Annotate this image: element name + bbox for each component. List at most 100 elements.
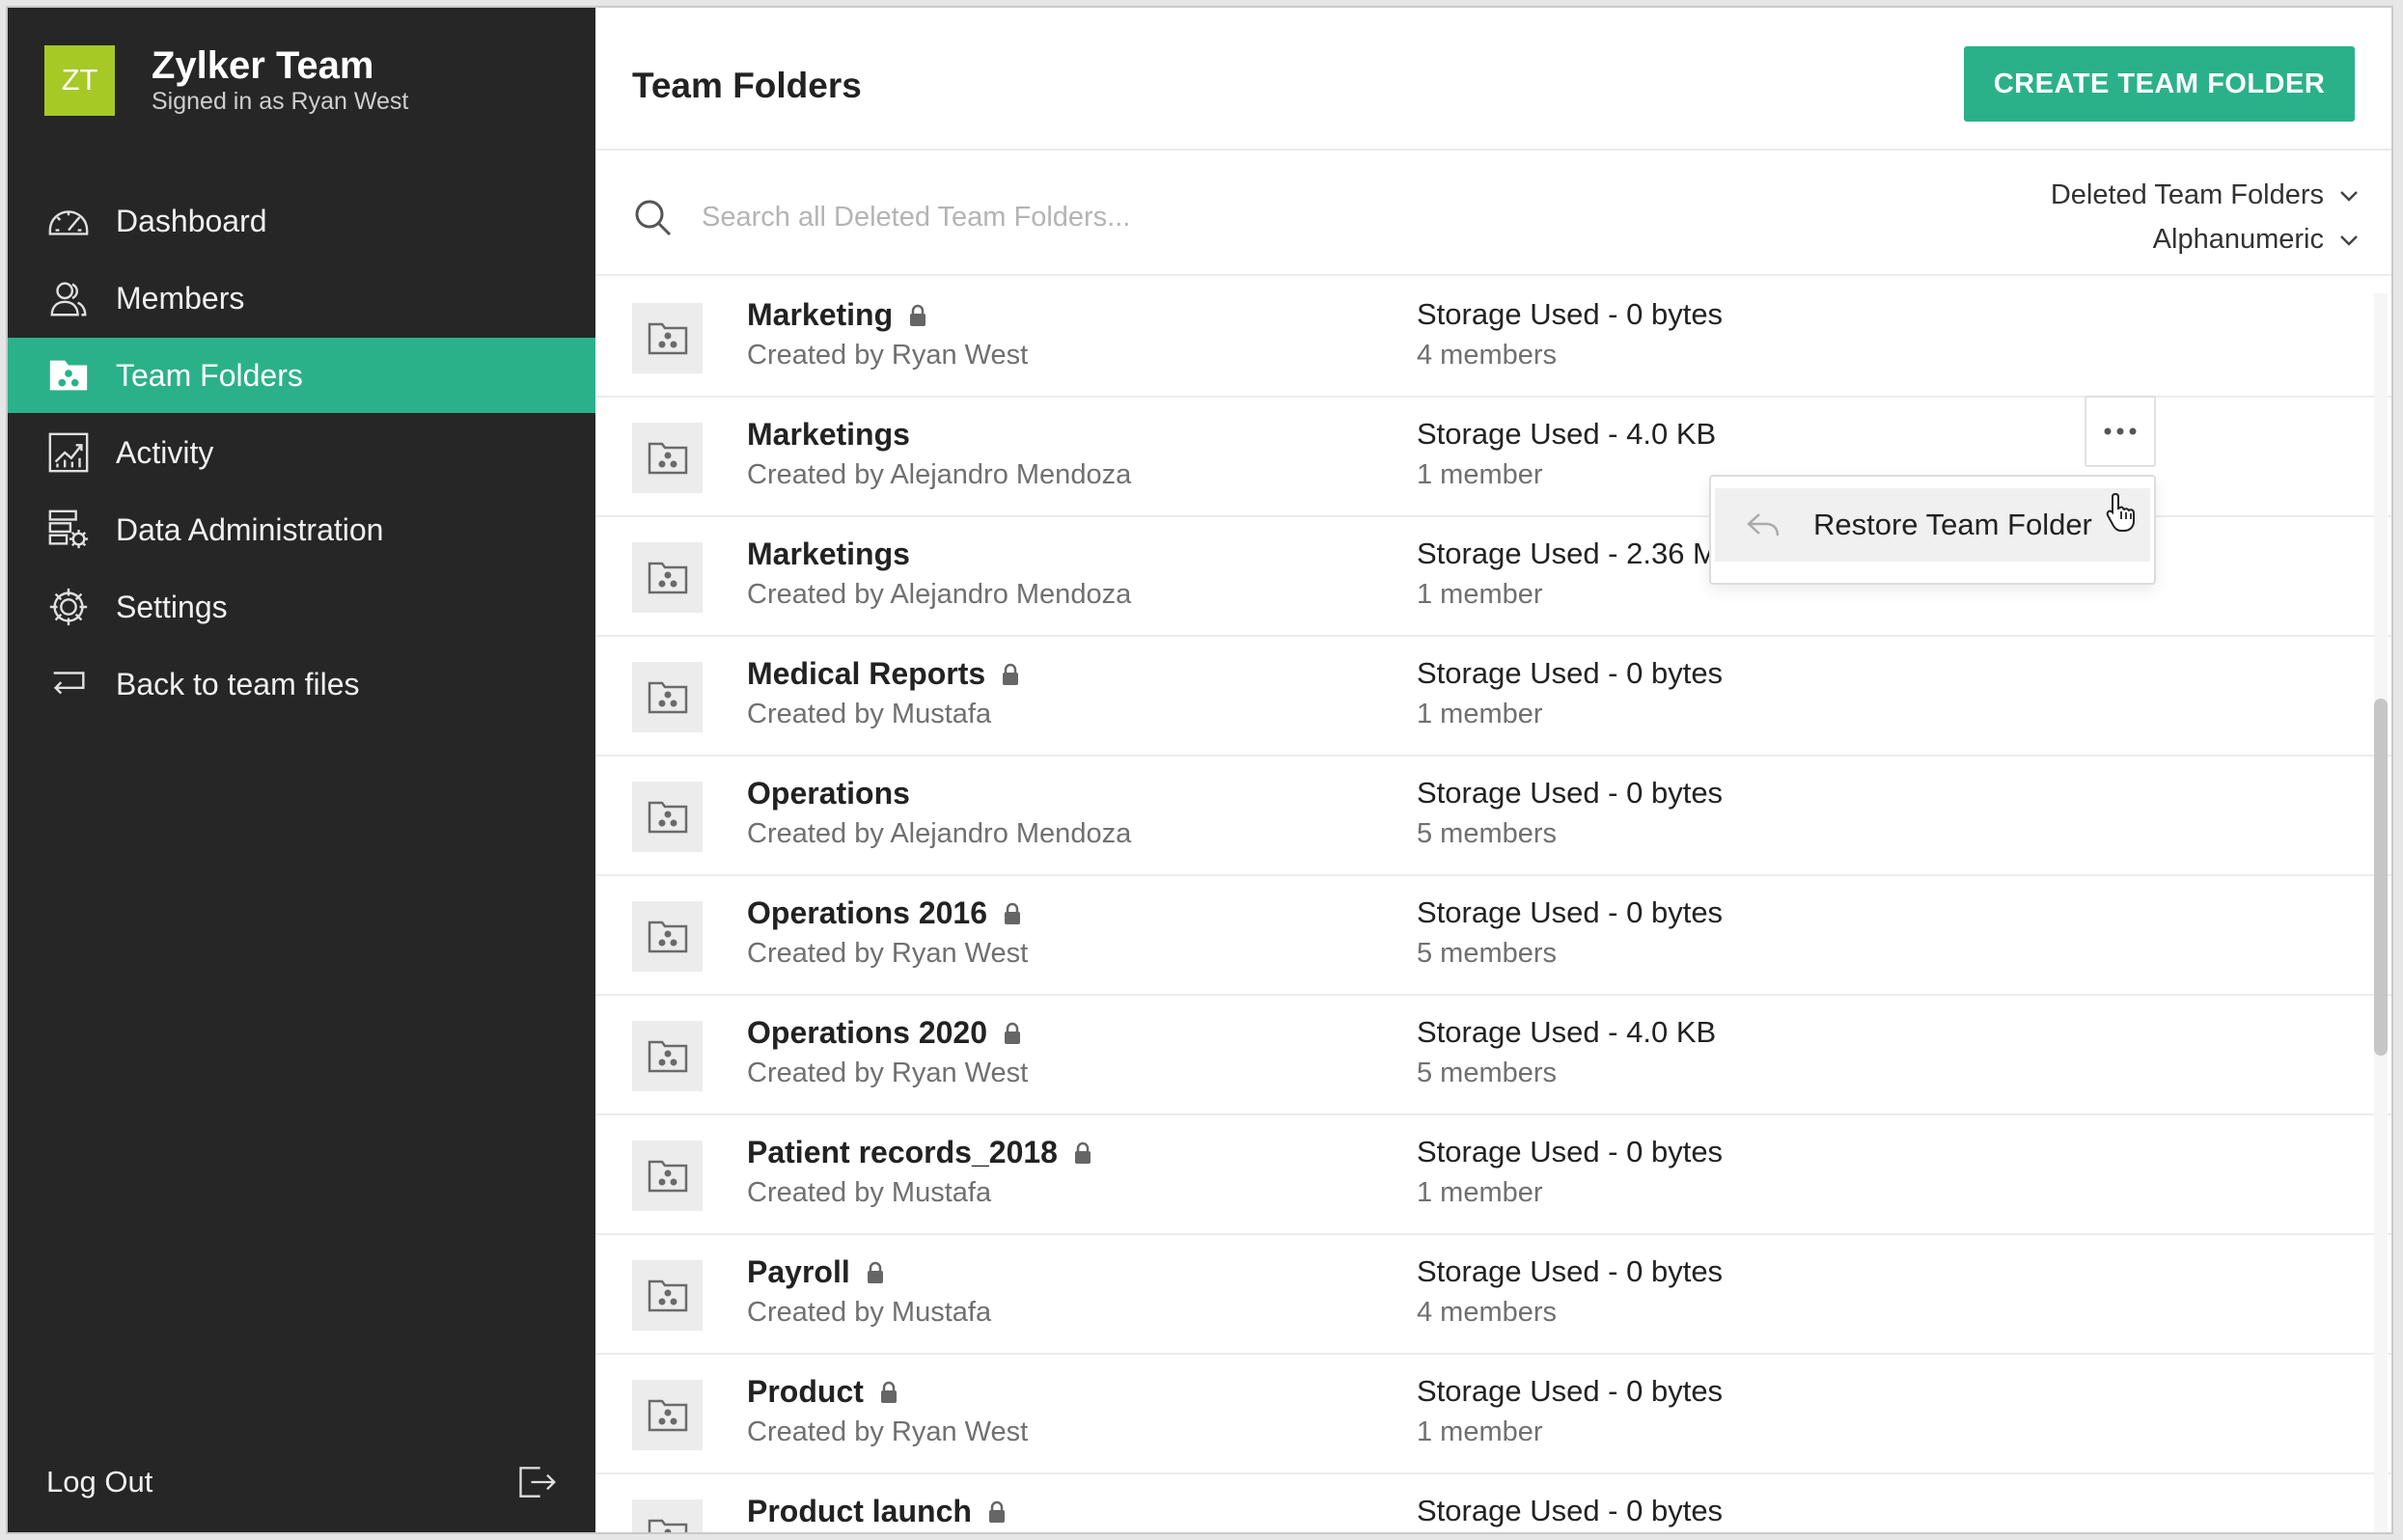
logout-icon xyxy=(519,1467,556,1498)
folder-name-text: Medical Reports xyxy=(747,656,986,691)
folder-members: 1 member xyxy=(1417,459,1543,490)
folder-name-text: Marketings xyxy=(747,536,910,571)
sidebar-item-team-folders[interactable]: Team Folders xyxy=(8,338,595,413)
view-filter-dropdown[interactable]: Deleted Team Folders xyxy=(2051,179,2359,211)
sidebar-nav: Dashboard Members Team Folders Activity … xyxy=(8,183,595,724)
more-options-button[interactable] xyxy=(2085,396,2156,467)
lock-icon xyxy=(910,304,926,326)
folder-name-text: Product xyxy=(747,1374,864,1409)
folder-name[interactable]: Payroll xyxy=(747,1254,885,1290)
table-row[interactable]: Marketing Created by Ryan West Storage Use… xyxy=(595,278,2391,398)
folder-name-text: Product launch xyxy=(747,1494,972,1528)
team-folder-icon xyxy=(648,562,687,593)
lock-icon xyxy=(1005,1022,1020,1044)
members-icon xyxy=(50,282,87,316)
folder-storage: Storage Used - 4.0 KB xyxy=(1417,1015,1717,1049)
page-header: Team Folders CREATE TEAM FOLDER xyxy=(595,8,2391,151)
team-name: Zylker Team xyxy=(152,44,374,87)
folder-name-text: Marketings xyxy=(747,417,910,452)
sidebar-item-members[interactable]: Members xyxy=(8,261,595,336)
folder-name-text: Operations 2016 xyxy=(747,895,987,930)
table-row[interactable]: Medical Reports Created by Mustafa Storage… xyxy=(595,637,2391,756)
table-row[interactable]: Patient records_2018 Created by Mustafa St… xyxy=(595,1115,2391,1235)
folder-name[interactable]: Marketings xyxy=(747,417,910,453)
folder-name[interactable]: Medical Reports xyxy=(747,656,1020,692)
folder-members: 1 member xyxy=(1417,579,1543,610)
folder-name[interactable]: Operations 2020 xyxy=(747,1015,1022,1051)
restore-icon xyxy=(1747,513,1780,536)
folder-creator: Created by Ryan West xyxy=(747,938,1029,969)
sidebar-item-label: Settings xyxy=(116,589,228,624)
team-folder-icon xyxy=(648,1519,687,1532)
search-bar: Deleted Team Folders Alphanumeric xyxy=(595,152,2391,276)
folder-name[interactable]: Operations 2016 xyxy=(747,895,1022,931)
chevron-down-icon xyxy=(2340,234,2358,246)
folder-name[interactable]: Product xyxy=(747,1374,898,1410)
sidebar-item-label: Dashboard xyxy=(116,203,267,238)
folder-creator: Created by Ryan West xyxy=(747,340,1029,371)
folder-creator: Created by Alejandro Mendoza xyxy=(747,818,1132,849)
table-row[interactable]: Product Created by Ryan West Storage Used … xyxy=(595,1355,2391,1474)
folder-thumbnail xyxy=(632,1380,703,1450)
folder-name[interactable]: Product launch xyxy=(747,1494,1007,1529)
signed-in-text: Signed in as Ryan West xyxy=(152,88,409,115)
team-folder-icon xyxy=(648,442,687,474)
table-row[interactable]: Operations Created by Alejandro Mendoza St… xyxy=(595,756,2391,876)
hand-cursor-icon xyxy=(2106,492,2135,532)
scrollbar-thumb[interactable] xyxy=(2374,699,2388,1056)
page-title: Team Folders xyxy=(632,66,862,105)
team-folder-icon xyxy=(648,801,687,833)
view-filter-value: Deleted Team Folders xyxy=(2050,179,2324,210)
folder-name[interactable]: Operations xyxy=(747,776,910,811)
folder-members: 4 members xyxy=(1417,340,1558,371)
data-administration-icon xyxy=(48,509,89,549)
table-row[interactable]: Payroll Created by Mustafa Storage Used - … xyxy=(595,1235,2391,1355)
folder-members: 5 members xyxy=(1417,938,1558,969)
team-folder-icon xyxy=(648,921,687,952)
team-badge: ZT xyxy=(44,44,115,116)
sidebar-item-settings[interactable]: Settings xyxy=(8,569,595,645)
folder-storage: Storage Used - 2.36 MB xyxy=(1417,536,1738,570)
team-folder-icon xyxy=(648,1040,687,1072)
folder-storage: Storage Used - 0 bytes xyxy=(1417,1254,1724,1288)
table-row[interactable]: Operations 2016 Created by Ryan West Stora… xyxy=(595,876,2391,996)
search-icon xyxy=(635,200,672,236)
folder-storage: Storage Used - 0 bytes xyxy=(1417,1494,1724,1527)
lock-icon xyxy=(1005,902,1020,924)
logout-button[interactable]: Log Out xyxy=(46,1461,558,1503)
folder-name-text: Marketing xyxy=(747,297,894,332)
folder-thumbnail xyxy=(632,1260,703,1331)
folder-creator: Created by Mustafa xyxy=(747,1177,992,1208)
create-team-folder-button[interactable]: CREATE TEAM FOLDER xyxy=(1964,46,2355,122)
team-folder-icon xyxy=(648,1399,687,1431)
folder-name[interactable]: Patient records_2018 xyxy=(747,1135,1092,1170)
lock-icon xyxy=(880,1381,897,1403)
sidebar-item-back-to-team-files[interactable]: Back to team files xyxy=(8,646,595,722)
folder-members: 1 member xyxy=(1417,1177,1543,1208)
folder-members: 1 member xyxy=(1417,1416,1543,1447)
team-folder-icon xyxy=(648,1279,687,1311)
folder-storage: Storage Used - 0 bytes xyxy=(1417,895,1724,929)
sidebar-item-label: Team Folders xyxy=(116,357,303,393)
search-input[interactable] xyxy=(702,191,1570,243)
folder-thumbnail xyxy=(632,1499,703,1532)
team-folders-icon xyxy=(49,360,88,391)
folder-members: 1 member xyxy=(1417,699,1543,729)
folder-thumbnail xyxy=(632,542,703,613)
folder-creator: Created by Alejandro Mendoza xyxy=(747,459,1132,490)
folder-name[interactable]: Marketing xyxy=(747,297,927,333)
sidebar-item-data-administration[interactable]: Data Administration xyxy=(8,492,595,567)
logout-label: Log Out xyxy=(46,1465,153,1499)
folder-name[interactable]: Marketings xyxy=(747,536,910,572)
table-row[interactable]: Operations 2020 Created by Ryan West Stora… xyxy=(595,996,2391,1115)
folder-creator: Created by Ryan West xyxy=(747,1058,1029,1088)
sidebar-item-dashboard[interactable]: Dashboard xyxy=(8,183,595,259)
folder-creator: Created by Mustafa xyxy=(747,699,992,729)
sort-dropdown[interactable]: Alphanumeric xyxy=(2153,224,2359,256)
folder-storage: Storage Used - 0 bytes xyxy=(1417,1135,1724,1169)
restore-team-folder-menu-item[interactable]: Restore Team Folder xyxy=(1715,488,2150,562)
folder-name-text: Operations xyxy=(747,776,910,811)
sidebar-item-activity[interactable]: Activity xyxy=(8,415,595,490)
table-row[interactable]: Product launch Storage Used - 0 bytes xyxy=(595,1474,2391,1532)
lock-icon xyxy=(1074,1141,1091,1164)
